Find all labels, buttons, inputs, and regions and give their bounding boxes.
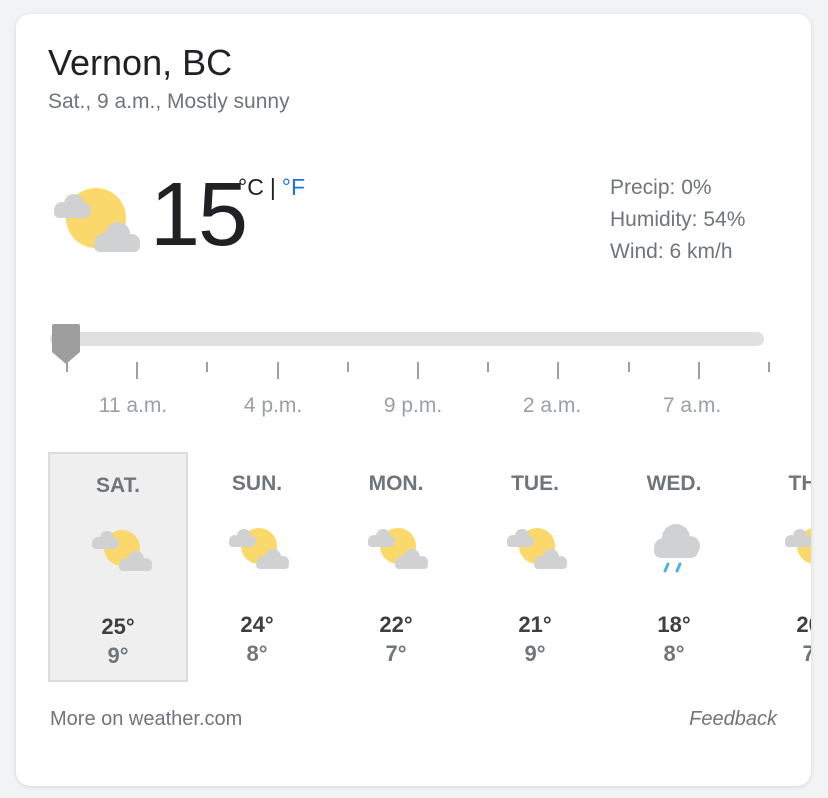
slider-tick <box>768 362 770 372</box>
more-on-weather-link[interactable]: More on weather.com <box>50 708 242 731</box>
slider-tick <box>627 362 630 372</box>
low-temperature: 7° <box>802 641 811 666</box>
high-temperature: 20° <box>796 612 811 637</box>
weather-card: Vernon, BC Sat., 9 a.m., Mostly sunny 15… <box>16 14 811 786</box>
day-name: SUN. <box>231 472 283 495</box>
wind-text: Wind: 6 km/h <box>610 240 733 263</box>
day-name: MON. <box>368 472 424 495</box>
forecast-day[interactable]: THU. 20° 7° <box>743 452 811 682</box>
slider-tick <box>487 362 490 372</box>
mostly-sunny-icon <box>785 528 811 564</box>
high-temperature: 24° <box>240 612 274 637</box>
time-label: 2 a.m. <box>522 394 582 417</box>
forecast-day[interactable]: WED. 18° 8° <box>604 452 744 682</box>
day-name: WED. <box>646 472 702 495</box>
fahrenheit-unit-link[interactable]: °F <box>282 174 305 200</box>
location-title: Vernon, BC <box>48 42 233 83</box>
current-conditions-subtitle: Sat., 9 a.m., Mostly sunny <box>48 90 290 113</box>
low-temperature: 9° <box>107 643 129 668</box>
low-temperature: 8° <box>246 641 268 666</box>
low-temperature: 7° <box>385 641 407 666</box>
rain-icon <box>654 524 700 573</box>
mostly-sunny-icon <box>368 528 428 569</box>
precipitation-text: Precip: 0% <box>610 176 712 199</box>
unit-toggle: °C | °F <box>238 174 305 201</box>
humidity-text: Humidity: 54% <box>610 208 746 231</box>
slider-tick <box>697 362 700 379</box>
time-label: 4 p.m. <box>243 394 303 417</box>
slider-tick <box>346 362 349 372</box>
forecast-day[interactable]: SAT. 25° 9° <box>48 452 188 682</box>
slider-tick <box>66 362 68 372</box>
slider-tick <box>417 362 419 379</box>
day-name: THU. <box>788 472 812 495</box>
high-temperature: 22° <box>379 612 413 637</box>
time-label: 11 a.m. <box>98 394 168 417</box>
time-label: 9 p.m. <box>383 394 443 417</box>
time-slider-ticks <box>50 362 770 382</box>
day-name: TUE. <box>511 472 559 495</box>
day-name: SAT. <box>96 474 140 497</box>
slider-tick <box>136 362 139 379</box>
low-temperature: 9° <box>524 641 546 666</box>
mostly-sunny-icon <box>54 188 140 252</box>
forecast-day[interactable]: SUN. 24° 8° <box>187 452 327 682</box>
slider-tick <box>557 362 560 379</box>
high-temperature: 25° <box>101 614 135 639</box>
forecast-day[interactable]: TUE. 21° 9° <box>465 452 605 682</box>
mostly-sunny-icon <box>507 528 567 569</box>
current-temperature: 15 <box>150 165 248 265</box>
high-temperature: 21° <box>518 612 552 637</box>
feedback-link[interactable]: Feedback <box>689 708 777 731</box>
time-label: 7 a.m. <box>662 394 722 417</box>
forecast-day[interactable]: MON. 22° 7° <box>326 452 466 682</box>
unit-separator: | <box>269 174 276 200</box>
slider-tick <box>276 362 279 379</box>
time-slider-track[interactable] <box>50 332 764 346</box>
weather-details: Precip: 0% Humidity: 54% Wind: 6 km/h <box>610 172 745 268</box>
slider-tick <box>206 362 209 372</box>
high-temperature: 18° <box>657 612 691 637</box>
time-slider-handle[interactable] <box>50 322 82 366</box>
celsius-unit[interactable]: °C <box>238 174 264 200</box>
mostly-sunny-icon <box>229 528 289 569</box>
mostly-sunny-icon <box>92 530 152 571</box>
low-temperature: 8° <box>663 641 685 666</box>
